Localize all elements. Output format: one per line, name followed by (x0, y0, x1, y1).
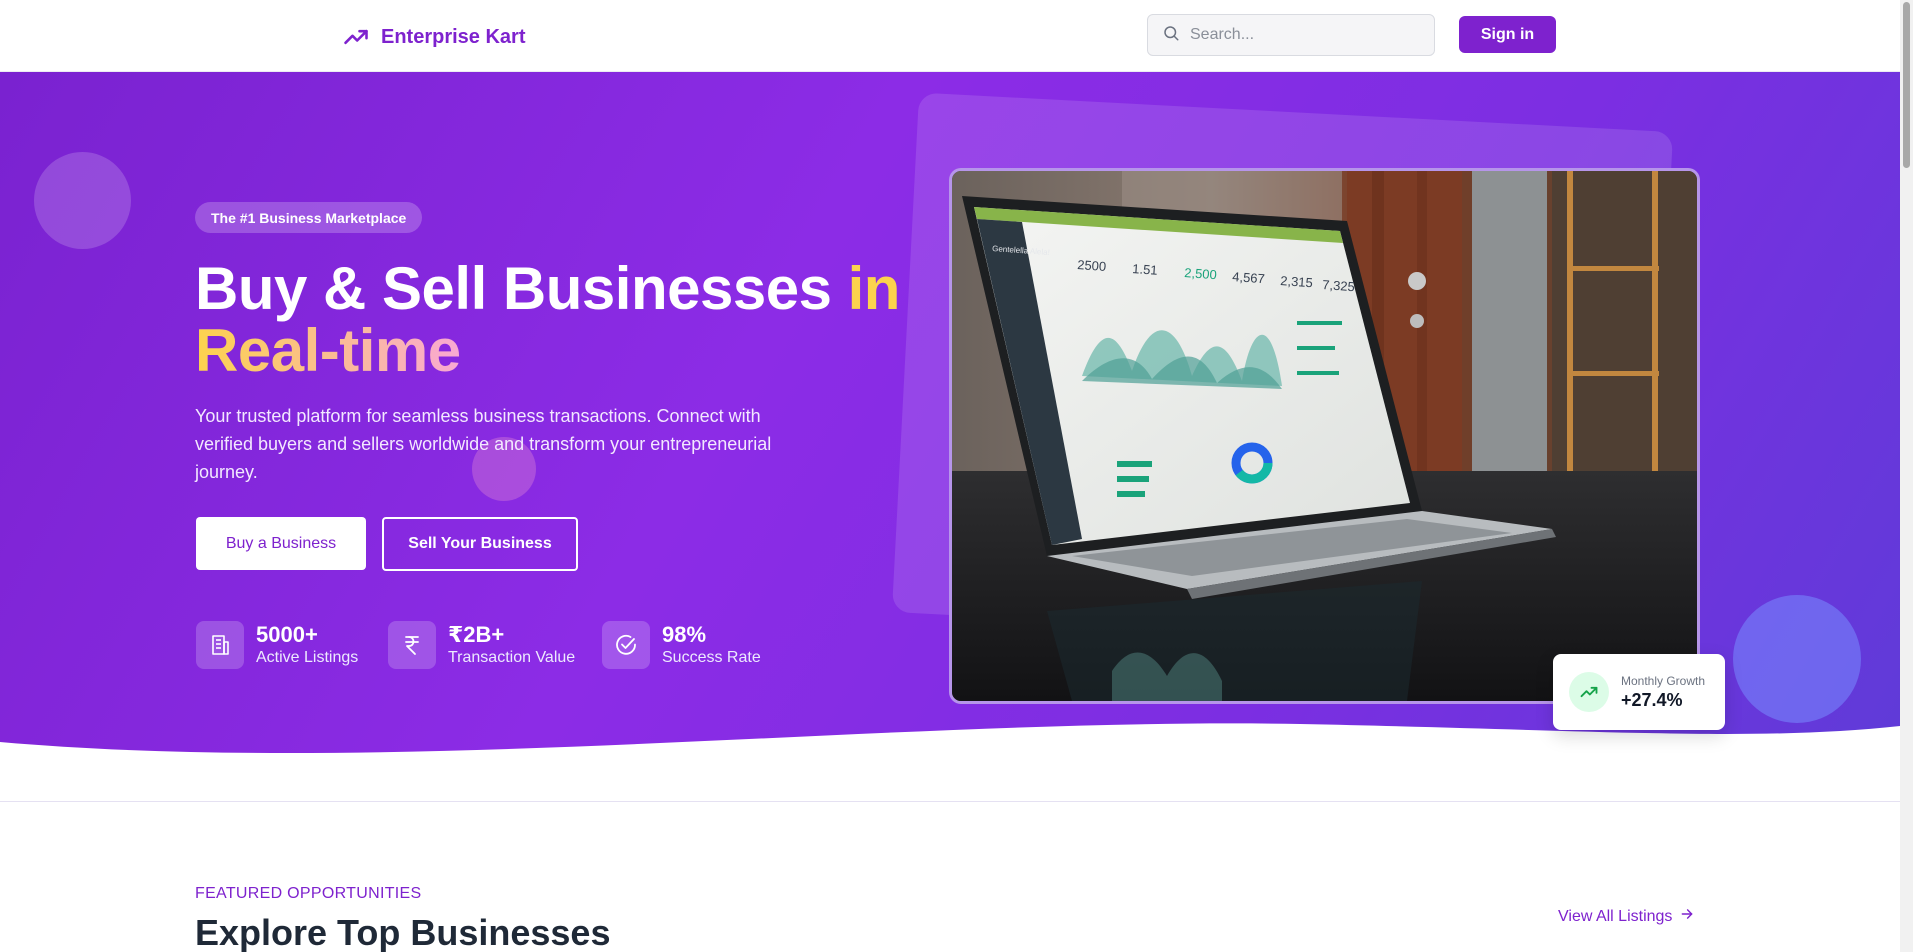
stat-value: 98% (662, 622, 707, 647)
laptop-kpi: 2500 (1077, 257, 1107, 274)
trending-up-icon (341, 22, 371, 52)
stat-label: Success Rate (662, 649, 761, 666)
stat-value: 5000+ (256, 622, 318, 647)
stat-active-listings: 5000+ Active Listings (196, 621, 358, 669)
building-icon (196, 621, 244, 669)
scrollbar-thumb[interactable] (1903, 2, 1910, 168)
growth-label: Monthly Growth (1621, 673, 1706, 688)
hero-image: Gentelella Alela! 2500 1.51 2,500 4,567 … (949, 168, 1700, 704)
laptop-kpi: 2,500 (1184, 265, 1218, 282)
stat-value: ₹2B+ (448, 622, 505, 647)
hero-section: The #1 Business Marketplace Buy & Sell B… (0, 72, 1900, 762)
top-navbar: Enterprise Kart Sign in (0, 0, 1900, 72)
check-circle-icon (602, 621, 650, 669)
laptop-kpi: 4,567 (1232, 269, 1266, 286)
sell-business-button[interactable]: Sell Your Business (382, 517, 578, 571)
view-all-listings-link[interactable]: View All Listings (1558, 907, 1694, 926)
hero-subtitle: Your trusted platform for seamless busin… (195, 406, 772, 482)
search-icon (1162, 24, 1180, 47)
stat-success-rate: 98% Success Rate (602, 621, 761, 669)
page-scrollbar[interactable] (1900, 0, 1913, 952)
stat-label: Active Listings (256, 649, 359, 666)
search-box[interactable] (1147, 14, 1435, 56)
search-input[interactable] (1190, 26, 1410, 44)
laptop-kpi: 7,325 (1322, 277, 1356, 294)
brand-logo[interactable]: Enterprise Kart (341, 22, 526, 52)
brand-name: Enterprise Kart (381, 25, 526, 48)
hero-title-accent: in (847, 255, 901, 322)
buy-business-button[interactable]: Buy a Business (196, 517, 366, 570)
trending-up-icon (1569, 672, 1609, 712)
view-all-label: View All Listings (1558, 907, 1673, 925)
sign-in-button[interactable]: Sign in (1459, 16, 1556, 53)
hero-badge: The #1 Business Marketplace (195, 202, 423, 233)
hero-title-gradient: Real-time (195, 317, 461, 384)
stat-transaction-value: ₹2B+ Transaction Value (388, 621, 575, 669)
hero-title: Buy & Sell Businesses in Real-time (195, 258, 915, 382)
featured-section-label: FEATURED OPPORTUNITIES (195, 885, 422, 902)
section-divider (0, 801, 1900, 802)
featured-section-title: Explore Top Businesses (195, 912, 611, 952)
rupee-icon (388, 621, 436, 669)
growth-value: +27.4% (1621, 689, 1683, 710)
arrow-right-icon (1680, 907, 1694, 926)
laptop-photo: Gentelella Alela! 2500 1.51 2,500 4,567 … (952, 171, 1697, 701)
decorative-circle (34, 152, 131, 249)
laptop-kpi: 2,315 (1280, 273, 1314, 290)
laptop-kpi: 1.51 (1132, 261, 1158, 278)
monthly-growth-card: Monthly Growth +27.4% (1553, 654, 1725, 730)
hero-title-main: Buy & Sell Businesses (195, 255, 848, 322)
stat-label: Transaction Value (448, 649, 576, 666)
